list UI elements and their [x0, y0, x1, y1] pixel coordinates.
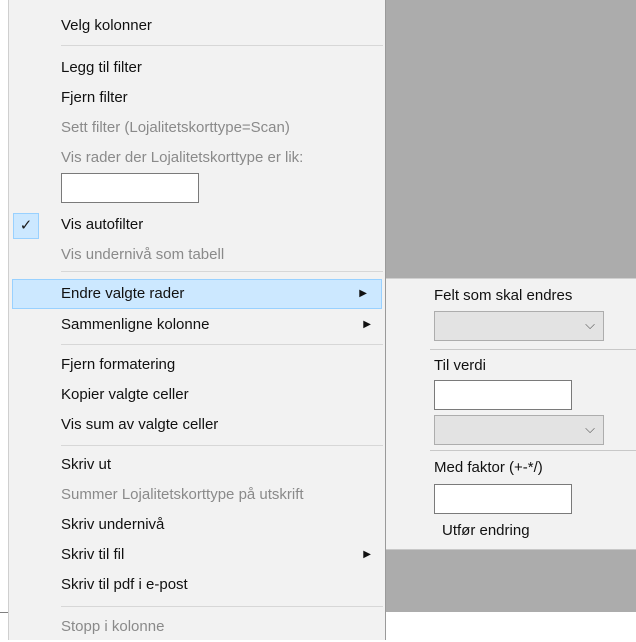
menu-item-velg-kolonner[interactable]: Velg kolonner [9, 11, 385, 41]
to-value-select[interactable]: ⌵ [434, 415, 604, 445]
menu-item-label: Sammenligne kolonne [61, 316, 210, 333]
to-value-label: Til verdi [434, 357, 486, 374]
menu-item-label: Endre valgte rader [61, 285, 185, 302]
menu-item-skriv-undernivaa[interactable]: Skriv undernivå [9, 510, 385, 540]
submenu-arrow-icon: ▶ [359, 288, 367, 299]
menu-item-vis-autofilter[interactable]: Vis autofilter [9, 210, 385, 240]
menu-item-skriv-til-fil[interactable]: Skriv til fil ▶ [9, 540, 385, 570]
menu-item-legg-til-filter[interactable]: Legg til filter [9, 53, 385, 83]
to-value-input[interactable] [434, 380, 572, 410]
menu-separator [61, 344, 383, 345]
menu-item-skriv-ut[interactable]: Skriv ut [9, 450, 385, 480]
menu-separator [61, 445, 383, 446]
menu-item-stopp-i-kolonne: Stopp i kolonne [61, 618, 165, 635]
chevron-down-icon: ⌵ [585, 317, 595, 332]
menu-item-vis-rader: Vis rader der Lojalitetskorttype er lik: [61, 149, 304, 166]
menu-item-vis-undernivaa: Vis undernivå som tabell [61, 246, 225, 263]
menu-separator [61, 271, 383, 272]
menu-item-kopier-valgte-celler[interactable]: Kopier valgte celler [9, 380, 385, 410]
submenu-arrow-icon: ▶ [363, 319, 371, 330]
menu-item-sett-filter: Sett filter (Lojalitetskorttype=Scan) [61, 119, 290, 136]
menu-item-fjern-filter[interactable]: Fjern filter [9, 83, 385, 113]
apply-change-button[interactable]: Utfør endring [442, 522, 530, 539]
menu-item-label: Skriv til fil [61, 546, 125, 563]
context-menu: Velg kolonner Legg til filter Fjern filt… [8, 0, 386, 640]
chevron-down-icon: ⌵ [585, 421, 595, 436]
submenu-separator [430, 450, 636, 451]
menu-item-sammenligne-kolonne[interactable]: Sammenligne kolonne ▶ [9, 310, 385, 340]
menu-item-fjern-formatering[interactable]: Fjern formatering [9, 350, 385, 380]
field-to-change-label: Felt som skal endres [434, 287, 573, 304]
submenu-arrow-icon: ▶ [363, 549, 371, 560]
field-to-change-select[interactable]: ⌵ [434, 311, 604, 341]
filter-value-input[interactable] [61, 173, 199, 203]
menu-item-skriv-til-pdf[interactable]: Skriv til pdf i e-post [9, 570, 385, 600]
menu-item-vis-sum[interactable]: Vis sum av valgte celler [9, 410, 385, 440]
factor-input[interactable] [434, 484, 572, 514]
submenu-separator [430, 349, 636, 350]
submenu-endre-valgte-rader: Felt som skal endres ⌵ Til verdi ⌵ Med f… [386, 278, 636, 550]
menu-item-endre-valgte-rader[interactable]: Endre valgte rader ▶ [12, 279, 382, 309]
factor-label: Med faktor (+-*/) [434, 459, 543, 476]
menu-item-summer-lojalitetskorttype: Summer Lojalitetskorttype på utskrift [61, 486, 304, 503]
menu-separator [61, 45, 383, 46]
menu-separator [61, 606, 383, 607]
